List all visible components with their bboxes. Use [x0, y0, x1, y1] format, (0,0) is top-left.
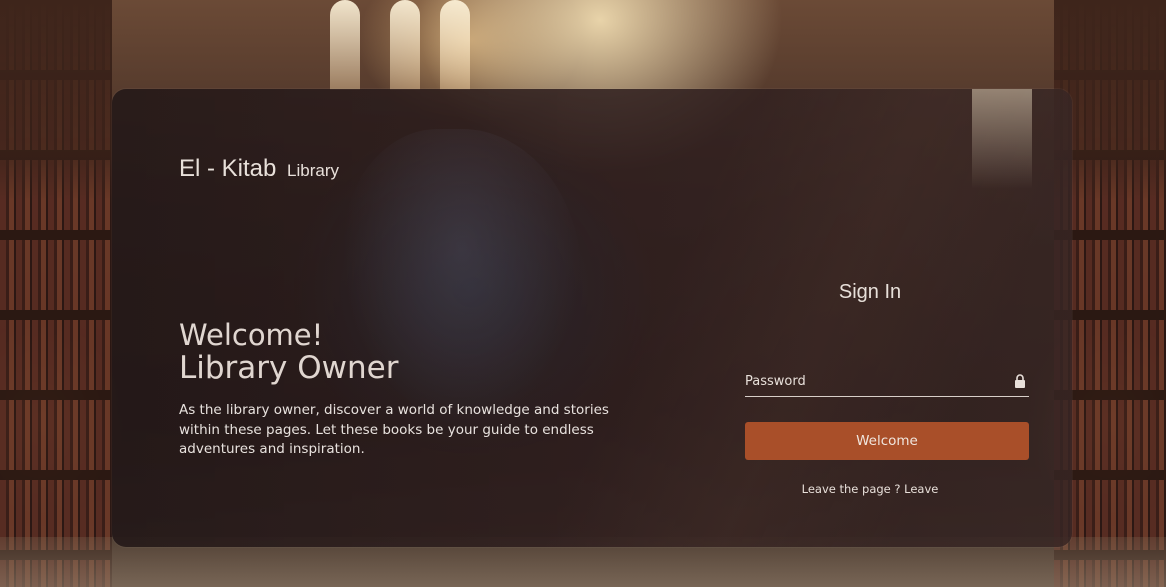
- leave-page-text: Leave the page ? Leave: [745, 482, 995, 496]
- signin-form: Sign In Welcome Leave the page ? Leave: [745, 281, 1029, 496]
- welcome-button[interactable]: Welcome: [745, 422, 1029, 460]
- welcome-role: Library Owner: [179, 350, 399, 386]
- lock-icon: [1014, 373, 1026, 388]
- welcome-description: As the library owner, discover a world o…: [179, 402, 609, 457]
- leave-prompt: Leave the page ?: [801, 482, 901, 496]
- welcome-section: Welcome! Library Owner As the library ow…: [179, 319, 639, 460]
- signin-title: Sign In: [838, 281, 902, 303]
- background-window: [390, 0, 420, 90]
- login-card: El - Kitab Library Welcome! Library Owne…: [112, 89, 1072, 547]
- password-field: [745, 370, 1029, 397]
- card-light-window: [972, 89, 1032, 189]
- brand-name: El - Kitab: [179, 155, 277, 182]
- background-window: [330, 0, 360, 90]
- password-input[interactable]: [745, 370, 1005, 392]
- leave-link[interactable]: Leave: [904, 482, 938, 496]
- background-shelf-left: [0, 0, 112, 587]
- welcome-heading: Welcome!: [179, 318, 324, 352]
- brand-logo: El - Kitab Library: [179, 155, 339, 183]
- background-window: [440, 0, 470, 90]
- brand-subtitle: Library: [287, 161, 340, 180]
